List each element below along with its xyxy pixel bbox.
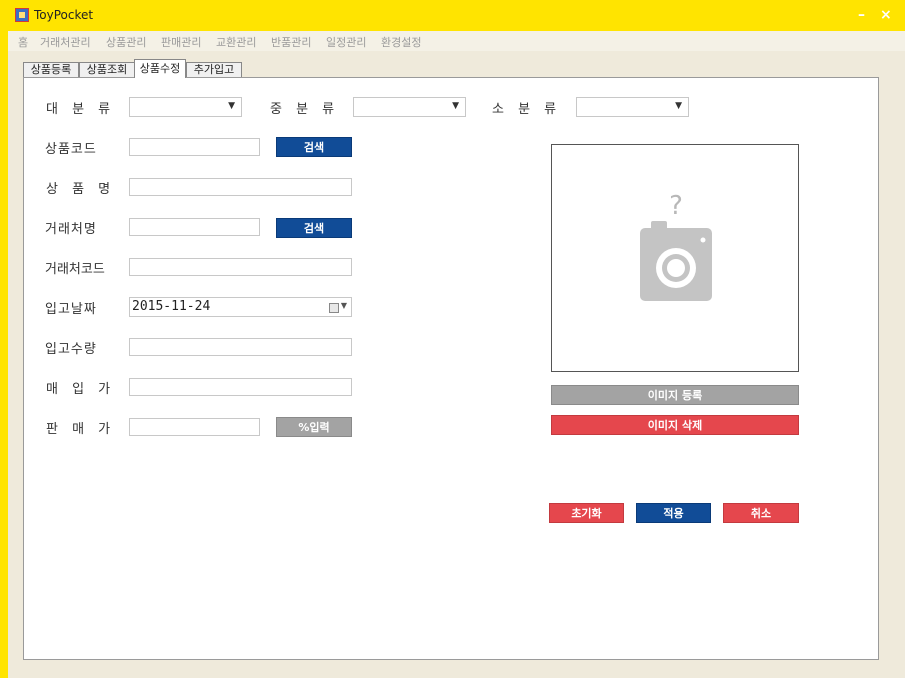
- tab-product-register[interactable]: 상품등록: [23, 62, 79, 77]
- menu-item-exchange[interactable]: 교환관리: [216, 34, 256, 50]
- vendor-code-label: 거래처코드: [45, 262, 105, 277]
- app-title: ToyPocket: [34, 8, 94, 22]
- receive-date-value: 2015-11-24: [132, 299, 211, 314]
- sale-price-input[interactable]: [129, 418, 260, 436]
- tab-product-search[interactable]: 상품조회: [79, 62, 135, 77]
- vendor-name-label: 거래처명: [45, 222, 97, 237]
- menu-item-home[interactable]: 홈: [18, 34, 28, 50]
- cancel-button[interactable]: 취소: [723, 503, 799, 523]
- product-image-box: ?: [551, 144, 799, 372]
- sale-price-label: 판 매 가: [46, 422, 116, 437]
- menu-item-product[interactable]: 상품관리: [106, 34, 146, 50]
- product-name-label: 상 품 명: [46, 182, 116, 197]
- menu-item-sales[interactable]: 판매관리: [161, 34, 201, 50]
- chevron-down-icon: ▼: [228, 101, 235, 111]
- vendor-search-button[interactable]: 검색: [276, 218, 352, 238]
- minimize-button[interactable]: –: [858, 7, 865, 23]
- menu-item-settings[interactable]: 환경설정: [381, 34, 421, 50]
- image-register-button[interactable]: 이미지 등록: [551, 385, 799, 405]
- tab-product-edit[interactable]: 상품수정: [134, 59, 186, 78]
- camera-question-icon: ?: [640, 191, 712, 301]
- minor-category-select[interactable]: ▼: [576, 97, 689, 117]
- window-frame-left: [0, 0, 8, 678]
- middle-category-select[interactable]: ▼: [353, 97, 466, 117]
- minor-category-label: 소 분 류: [492, 102, 562, 117]
- close-button[interactable]: ×: [880, 7, 892, 23]
- middle-category-label: 중 분 류: [270, 102, 340, 117]
- menu-item-return[interactable]: 반품관리: [271, 34, 311, 50]
- image-delete-button[interactable]: 이미지 삭제: [551, 415, 799, 435]
- chevron-down-icon: ▼: [452, 101, 459, 111]
- title-bar: ToyPocket – ×: [0, 0, 905, 31]
- menu-item-schedule[interactable]: 일정관리: [326, 34, 366, 50]
- calendar-icon[interactable]: [329, 303, 339, 313]
- product-code-label: 상품코드: [45, 142, 97, 157]
- receive-qty-label: 입고수량: [45, 342, 97, 357]
- chevron-down-icon: ▼: [675, 101, 682, 111]
- purchase-price-label: 매 입 가: [46, 382, 116, 397]
- major-category-label: 대 분 류: [46, 102, 116, 117]
- percent-input-button[interactable]: %입력: [276, 417, 352, 437]
- svg-text:?: ?: [669, 191, 683, 221]
- chevron-down-icon[interactable]: ▼: [341, 301, 347, 310]
- product-code-search-button[interactable]: 검색: [276, 137, 352, 157]
- vendor-name-input[interactable]: [129, 218, 260, 236]
- reset-button[interactable]: 초기화: [549, 503, 624, 523]
- menu-bar: 홈 거래처관리 상품관리 판매관리 교환관리 반품관리 일정관리 환경설정: [8, 31, 905, 51]
- product-name-input[interactable]: [129, 178, 352, 196]
- receive-date-label: 입고날짜: [45, 302, 97, 317]
- product-code-input[interactable]: [129, 138, 260, 156]
- receive-qty-input[interactable]: [129, 338, 352, 356]
- menu-item-vendor[interactable]: 거래처관리: [40, 34, 91, 50]
- purchase-price-input[interactable]: [129, 378, 352, 396]
- apply-button[interactable]: 적용: [636, 503, 711, 523]
- vendor-code-input[interactable]: [129, 258, 352, 276]
- app-icon: [15, 8, 29, 22]
- receive-date-picker[interactable]: 2015-11-24 ▼: [129, 297, 352, 317]
- major-category-select[interactable]: ▼: [129, 97, 242, 117]
- tab-additional-receive[interactable]: 추가입고: [186, 62, 242, 77]
